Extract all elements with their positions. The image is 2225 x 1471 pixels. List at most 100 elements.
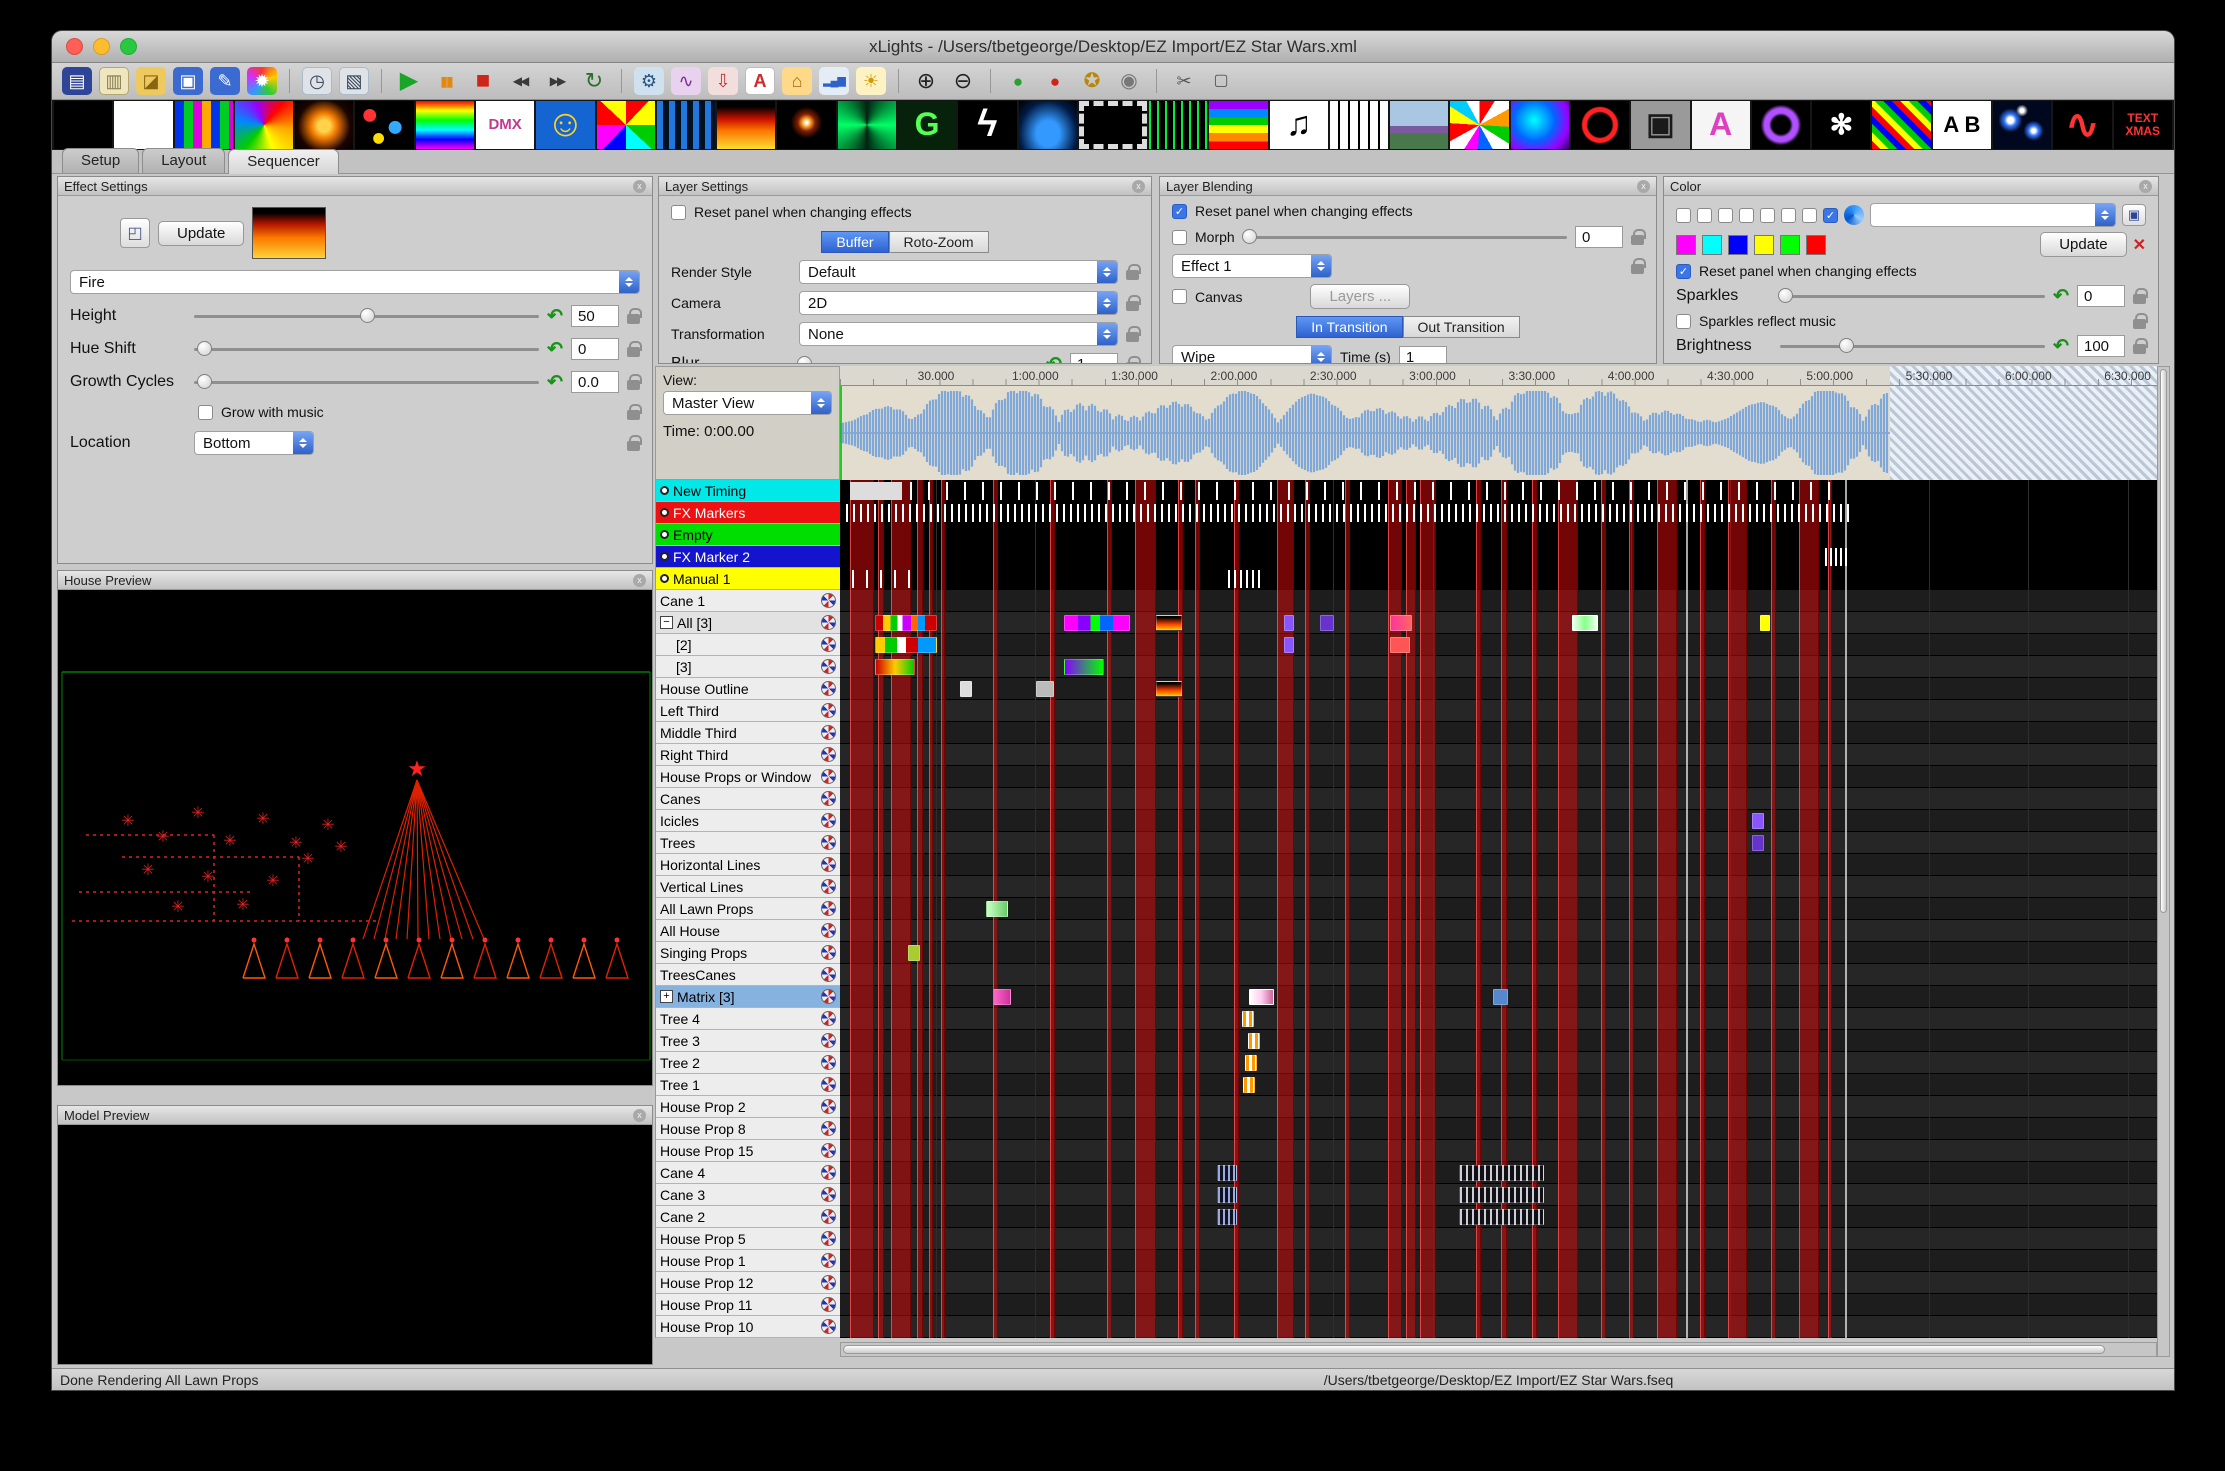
- track-row-tree-3[interactable]: Tree 3: [656, 1030, 840, 1052]
- value-curve-icon[interactable]: ↶: [1046, 355, 1062, 365]
- effect-block[interactable]: [1064, 615, 1130, 631]
- web-interface-icon[interactable]: ⚙: [634, 67, 664, 95]
- track-row-tree-2[interactable]: Tree 2: [656, 1052, 840, 1074]
- hue-shift-slider[interactable]: [194, 340, 539, 358]
- render-pinwheel-icon[interactable]: [821, 1319, 836, 1334]
- track-row-cane-2[interactable]: Cane 2: [656, 1206, 840, 1228]
- grid-row-all-lawn-props[interactable]: [840, 898, 2157, 920]
- effect-wave-thumbnail[interactable]: ∿: [2053, 101, 2111, 149]
- effect-assist-button[interactable]: ◰: [120, 218, 150, 248]
- zoom-window-button[interactable]: [120, 38, 137, 55]
- render-pinwheel-icon[interactable]: [821, 637, 836, 652]
- effect-block[interactable]: [1760, 615, 1770, 631]
- effect-block[interactable]: [1156, 681, 1182, 697]
- morph-slider[interactable]: [1243, 228, 1567, 246]
- track-row-house-prop-12[interactable]: House Prop 12: [656, 1272, 840, 1294]
- stop-model-icon[interactable]: ●: [1040, 67, 1070, 95]
- hue-shift-value-field[interactable]: 0: [571, 338, 619, 360]
- grid-row-empty[interactable]: [840, 524, 2157, 546]
- palette-slot-1-checkbox[interactable]: [1676, 208, 1691, 223]
- effect-block[interactable]: [1459, 1209, 1544, 1225]
- track-row-house-props-or-window[interactable]: House Props or Window: [656, 766, 840, 788]
- render-pinwheel-icon[interactable]: [821, 945, 836, 960]
- render-pinwheel-icon[interactable]: [821, 1033, 836, 1048]
- combo-arrows-icon[interactable]: [619, 271, 639, 293]
- effect-faces-thumbnail[interactable]: ☺: [536, 101, 594, 149]
- horizontal-scrollbar[interactable]: [840, 1342, 2157, 1357]
- grid-row-vertical-lines[interactable]: [840, 876, 2157, 898]
- effect-candle-thumbnail[interactable]: [295, 101, 353, 149]
- playhead[interactable]: [840, 386, 842, 480]
- render-pinwheel-icon[interactable]: [821, 791, 836, 806]
- canvas-checkbox[interactable]: [1172, 289, 1187, 304]
- tab-setup[interactable]: Setup: [62, 148, 139, 173]
- collapse-icon[interactable]: −: [660, 616, 673, 629]
- effect-block[interactable]: [1243, 1077, 1255, 1093]
- render-pinwheel-icon[interactable]: [821, 901, 836, 916]
- update-effect-button[interactable]: Update: [158, 221, 244, 246]
- tab-in-transition[interactable]: In Transition: [1296, 316, 1402, 338]
- render-pinwheel-icon[interactable]: [821, 1143, 836, 1158]
- render-pinwheel-icon[interactable]: [821, 593, 836, 608]
- height-slider[interactable]: [194, 307, 539, 325]
- render-style-combo[interactable]: Default: [799, 260, 1118, 284]
- effect-block[interactable]: [908, 945, 920, 961]
- track-row-empty[interactable]: Empty: [656, 524, 840, 546]
- height-value-field[interactable]: 50: [571, 305, 619, 327]
- color-swatch-6[interactable]: [1806, 235, 1826, 255]
- cut-icon[interactable]: ✂: [1169, 67, 1199, 95]
- render-pinwheel-icon[interactable]: [821, 857, 836, 872]
- view-combo[interactable]: Master View: [663, 391, 832, 415]
- grid-row-house-prop-8[interactable]: [840, 1118, 2157, 1140]
- pause-icon[interactable]: ▮▮: [431, 67, 461, 95]
- camera-combo[interactable]: 2D: [799, 291, 1118, 315]
- track-row-2[interactable]: [2]: [656, 634, 840, 656]
- effect-state-thumbnail[interactable]: A B: [1933, 101, 1991, 149]
- grid-row-right-third[interactable]: [840, 744, 2157, 766]
- combo-arrows-icon[interactable]: [811, 392, 831, 414]
- effect-shockwave-thumbnail[interactable]: [1752, 101, 1810, 149]
- house-lights-icon[interactable]: ⌂: [782, 67, 812, 95]
- palette-slot-4-checkbox[interactable]: [1739, 208, 1754, 223]
- growth-cycles-slider[interactable]: [194, 373, 539, 391]
- grid-row-manual-1[interactable]: [840, 568, 2157, 590]
- effect-color-wash-thumbnail[interactable]: [416, 101, 474, 149]
- close-icon[interactable]: x: [1637, 180, 1650, 193]
- effect-block[interactable]: [1217, 1165, 1237, 1181]
- render-pinwheel-icon[interactable]: [821, 923, 836, 938]
- track-row-icicles[interactable]: Icicles: [656, 810, 840, 832]
- lock-icon[interactable]: [2133, 344, 2146, 354]
- layers-button[interactable]: Layers ...: [1310, 284, 1410, 309]
- render-pinwheel-icon[interactable]: [821, 967, 836, 982]
- effect-galaxy-thumbnail[interactable]: [838, 101, 896, 149]
- effect-block[interactable]: [1036, 681, 1054, 697]
- saved-palette-combo[interactable]: [1870, 203, 2116, 227]
- grid-row-house-prop-12[interactable]: [840, 1272, 2157, 1294]
- grid-row-tree-4[interactable]: [840, 1008, 2157, 1030]
- render-pinwheel-icon[interactable]: [821, 1297, 836, 1312]
- open-folder-icon[interactable]: ◪: [136, 67, 166, 95]
- tab-sequencer[interactable]: Sequencer: [228, 149, 339, 174]
- vertical-scrollbar[interactable]: [2157, 366, 2170, 1357]
- dismiss-palette-icon[interactable]: ✕: [2133, 235, 2146, 255]
- color-swatch-3[interactable]: [1728, 235, 1748, 255]
- color-swatch-2[interactable]: [1702, 235, 1722, 255]
- brightness-slider-thumb[interactable]: [1839, 338, 1854, 353]
- track-row-matrix-3[interactable]: +Matrix [3]: [656, 986, 840, 1008]
- audio-waveform[interactable]: [840, 386, 2157, 480]
- render-pinwheel-icon[interactable]: [821, 681, 836, 696]
- effect-block[interactable]: [1064, 659, 1104, 675]
- effect-block[interactable]: [1242, 1011, 1254, 1027]
- effect-block[interactable]: [1459, 1187, 1544, 1203]
- effect-block[interactable]: [875, 659, 915, 675]
- color-swatch-1[interactable]: [1676, 235, 1696, 255]
- palette-slot-2-checkbox[interactable]: [1697, 208, 1712, 223]
- effect-shader-thumbnail[interactable]: A: [1692, 101, 1750, 149]
- import-effects-icon[interactable]: ⇩: [708, 67, 738, 95]
- palette-slot-3-checkbox[interactable]: [1718, 208, 1733, 223]
- effect-glediator-thumbnail[interactable]: G: [898, 101, 956, 149]
- render-pinwheel-icon[interactable]: [821, 879, 836, 894]
- render-pinwheel-icon[interactable]: [821, 813, 836, 828]
- track-row-middle-third[interactable]: Middle Third: [656, 722, 840, 744]
- sparkles-reflect-checkbox[interactable]: [1676, 314, 1691, 329]
